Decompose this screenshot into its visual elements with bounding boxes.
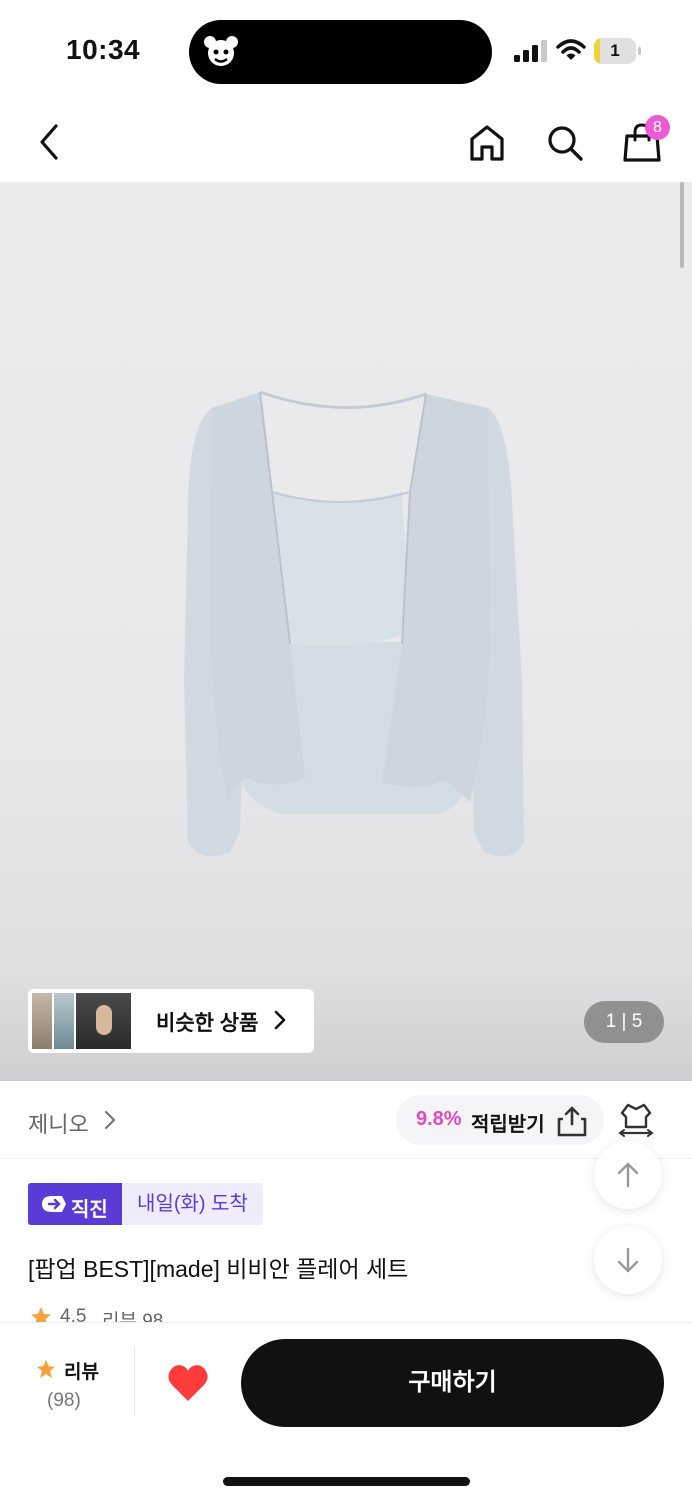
divider (134, 1347, 135, 1417)
status-time: 10:34 (66, 34, 141, 65)
review-label: 리뷰 (64, 1362, 99, 1383)
signal-icon (514, 40, 547, 62)
delivery-arrow-icon (42, 1196, 66, 1212)
back-icon[interactable] (30, 122, 66, 162)
size-fit-icon[interactable] (616, 1101, 656, 1137)
top-nav: 8 (0, 100, 692, 182)
star-icon (36, 1359, 56, 1379)
app-mascot-icon (204, 36, 238, 66)
home-icon[interactable] (466, 122, 508, 164)
brand-row: 제니오 9.8% 적립받기 (0, 1081, 692, 1159)
product-image-carousel[interactable]: 비슷한 상품 1 | 5 (0, 182, 692, 1081)
direct-delivery-label: 직진 (71, 1199, 108, 1221)
buy-button[interactable]: 구매하기 (241, 1339, 664, 1427)
page-total: 5 (631, 1011, 643, 1032)
image-page-indicator: 1 | 5 (584, 1001, 664, 1043)
scroll-down-button[interactable] (594, 1226, 662, 1294)
review-count: (98) (47, 1390, 81, 1411)
chevron-right-icon (274, 1010, 286, 1030)
status-bar: 10:34 1 (0, 0, 692, 100)
arrow-up-icon (617, 1162, 639, 1188)
search-icon[interactable] (544, 122, 586, 164)
arrow-down-icon (617, 1247, 639, 1273)
product-title: [팝업 BEST][made] 비비안 플레어 세트 (28, 1256, 409, 1282)
wifi-icon (556, 39, 586, 60)
heart-icon[interactable] (166, 1363, 210, 1403)
rating-summary[interactable]: 4.5 리뷰 98 (28, 1304, 288, 1322)
star-icon (31, 1307, 51, 1322)
review-summary-button[interactable]: 리뷰 (98) (0, 1323, 134, 1419)
points-label: 적립받기 (471, 1114, 545, 1136)
similar-thumbnail (32, 993, 52, 1049)
rating-review-count: 리뷰 98 (102, 1311, 164, 1322)
product-photo (184, 390, 524, 857)
scroll-up-button[interactable] (594, 1141, 662, 1209)
points-rate: 9.8% (416, 1108, 462, 1130)
rating-score: 4.5 (60, 1306, 87, 1322)
page-separator: | (621, 1011, 627, 1032)
battery-level: 1 (610, 41, 620, 60)
page-current: 1 (605, 1011, 617, 1032)
similar-products-button[interactable]: 비슷한 상품 (28, 989, 314, 1053)
similar-thumbnail (54, 993, 74, 1049)
share-icon[interactable] (555, 1104, 589, 1138)
points-button[interactable]: 9.8% 적립받기 (396, 1095, 604, 1145)
home-indicator[interactable] (223, 1477, 470, 1486)
chevron-right-icon[interactable] (103, 1109, 117, 1131)
dynamic-island (189, 20, 492, 84)
scrollbar[interactable] (680, 182, 684, 268)
brand-name-link[interactable]: 제니오 (28, 1107, 89, 1139)
cart-count-badge: 8 (645, 115, 670, 140)
direct-delivery-tag: 직진 (28, 1183, 122, 1225)
arrival-date-tag: 내일(화) 도착 (122, 1183, 263, 1225)
battery-indicator: 1 (594, 38, 642, 64)
similar-thumbnail (76, 993, 131, 1049)
similar-products-label: 비슷한 상품 (156, 1012, 259, 1035)
bottom-action-bar: 리뷰 (98) 구매하기 (0, 1322, 692, 1500)
